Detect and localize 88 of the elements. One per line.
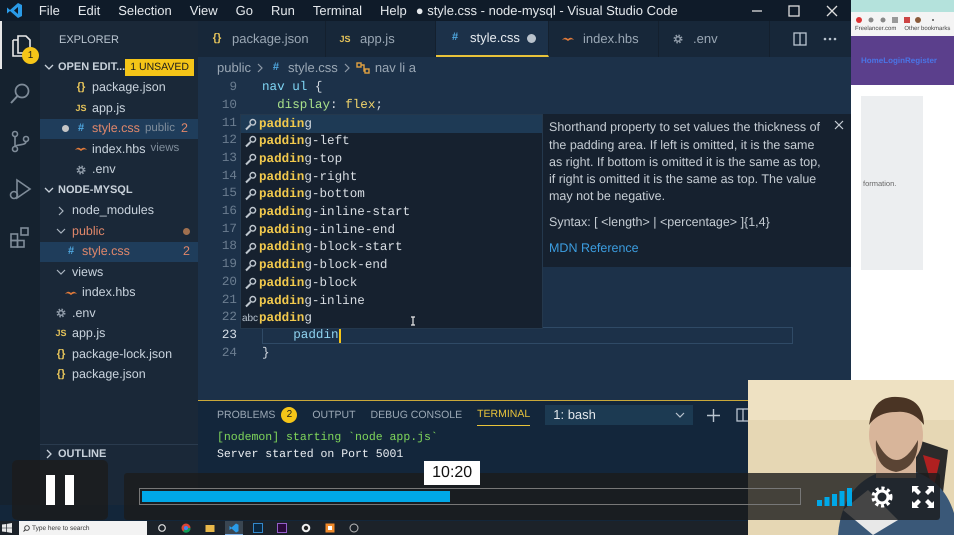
panel-tab[interactable]: TERMINAL	[477, 404, 530, 426]
code-line: nav ul {	[262, 80, 322, 96]
suggestion-item[interactable]: abcpadding	[241, 310, 542, 328]
suggestion-item[interactable]: padding-left	[241, 133, 542, 151]
section-header[interactable]: NODE-MYSQL	[40, 180, 198, 200]
line-number: 20	[220, 274, 237, 290]
time-tooltip: 10:20	[424, 461, 480, 485]
braces-icon: {}	[74, 81, 88, 94]
reference-link[interactable]: MDN Reference	[549, 241, 639, 256]
text-kind-icon: abc	[242, 312, 258, 325]
editor-tab[interactable]: # style.css	[436, 21, 549, 57]
braces-icon: {}	[54, 368, 68, 382]
count-badge: 2	[281, 407, 298, 423]
line-number: 19	[220, 257, 237, 272]
menu-item[interactable]: View	[180, 2, 227, 18]
count-badge: 1	[22, 47, 39, 64]
open-editor-item[interactable]: # style.css public 2	[40, 118, 198, 139]
line-number: 21	[220, 292, 237, 308]
hash-icon: #	[448, 31, 462, 45]
syntax-text: Syntax: [ <length> | <percentage> ]{1,4}	[549, 214, 771, 232]
line-number: 9	[228, 80, 237, 96]
open-editor-item[interactable]: index.hbs views	[40, 139, 198, 160]
line-number: 15	[220, 186, 237, 202]
suggestion-item[interactable]: padding-bottom	[241, 186, 542, 204]
menu-item[interactable]: Help	[370, 2, 416, 18]
suggestion-item[interactable]: padding-inline-end	[241, 222, 542, 240]
terminal-line: [nodemon] starting `node app.js`	[216, 431, 439, 446]
suggestion-item[interactable]: padding-block-end	[241, 256, 542, 275]
code-line: paddin	[292, 328, 339, 344]
breadcrumb-item[interactable]: nav li a	[356, 60, 416, 76]
code-line: display: flex;	[276, 98, 383, 114]
menu-item[interactable]: Selection	[109, 2, 181, 18]
line-number: 10	[220, 98, 237, 114]
terminal-select[interactable]: 1: bash	[545, 405, 694, 425]
suggestion-item[interactable]: padding-block	[241, 274, 542, 292]
sidebar-title: EXPLORER	[58, 33, 120, 48]
hash-icon: #	[268, 60, 283, 74]
line-number: 12	[220, 133, 237, 148]
terminal-line: Server started on Port 5001	[216, 448, 404, 462]
line-number: 22	[220, 310, 237, 326]
menu-item[interactable]: File	[30, 2, 69, 18]
window-title: ● style.css - node-mysql - Visual Studio Code	[416, 2, 679, 18]
suggestion-item[interactable]: padding-inline	[241, 292, 542, 310]
menu-item[interactable]: Edit	[68, 2, 110, 18]
folder-item[interactable]: views	[40, 262, 198, 282]
code-line: }	[262, 346, 270, 361]
description-text: Shorthand property to set values the thickness of the padding area. If left is omitted, it is the same as right. If bottom is omitted it is the same as top, if right is omitted it is the same as top. The value may not be negative.	[549, 119, 822, 205]
section-header[interactable]: OPEN EDIT... 1 UNSAVED	[40, 57, 198, 78]
suggestion-item[interactable]: padding-right	[241, 168, 542, 186]
tree-item[interactable]: {} package-lock.json	[40, 344, 198, 364]
braces-icon: {}	[54, 348, 68, 361]
folder-item[interactable]: node_modules	[40, 200, 198, 221]
tree-item[interactable]: # style.css 2	[40, 242, 198, 262]
tree-item[interactable]: .env	[40, 303, 198, 324]
menu-item[interactable]: Run	[262, 2, 304, 18]
line-number: 13	[220, 151, 237, 166]
line-number: 11	[220, 116, 237, 131]
folder-item[interactable]: public	[40, 221, 198, 242]
js-icon: JS	[338, 34, 352, 44]
braces-icon: {}	[210, 32, 224, 46]
unsaved-badge: 1 UNSAVED	[125, 58, 194, 76]
suggestion-item[interactable]: padding-inline-start	[241, 204, 542, 222]
open-editor-item[interactable]: .env	[40, 160, 198, 180]
tree-item[interactable]: JS app.js	[40, 324, 198, 344]
js-icon: JS	[54, 328, 68, 340]
line-number: 24	[220, 346, 237, 361]
hash-icon: #	[74, 122, 88, 136]
breadcrumb-item[interactable]: # style.css	[268, 60, 338, 76]
hash-icon: #	[64, 245, 78, 258]
panel-tab[interactable]: PROBLEMS 2	[217, 403, 298, 427]
panel-tab[interactable]: DEBUG CONSOLE	[370, 404, 462, 426]
suggestion-item[interactable]: padding-block-start	[241, 239, 542, 257]
panel-tab[interactable]: OUTPUT	[312, 404, 356, 426]
tree-item[interactable]: {} package.json	[40, 364, 198, 385]
line-number: 14	[220, 168, 237, 184]
tree-item[interactable]: index.hbs	[40, 282, 198, 303]
menu-item[interactable]: Terminal	[304, 2, 371, 18]
menu-item[interactable]: Go	[226, 2, 262, 18]
line-number: 17	[220, 222, 237, 237]
line-number: 23	[220, 328, 237, 344]
line-number: 18	[220, 239, 237, 255]
js-icon: JS	[74, 102, 88, 114]
suggestion-item[interactable]: padding-top	[241, 150, 542, 168]
open-editor-item[interactable]: JS app.js	[40, 98, 198, 118]
suggestion-item[interactable]: padding	[241, 115, 542, 134]
open-editor-item[interactable]: {} package.json	[40, 78, 198, 98]
line-number: 16	[220, 204, 237, 220]
breadcrumb-item[interactable]: public	[217, 60, 251, 76]
